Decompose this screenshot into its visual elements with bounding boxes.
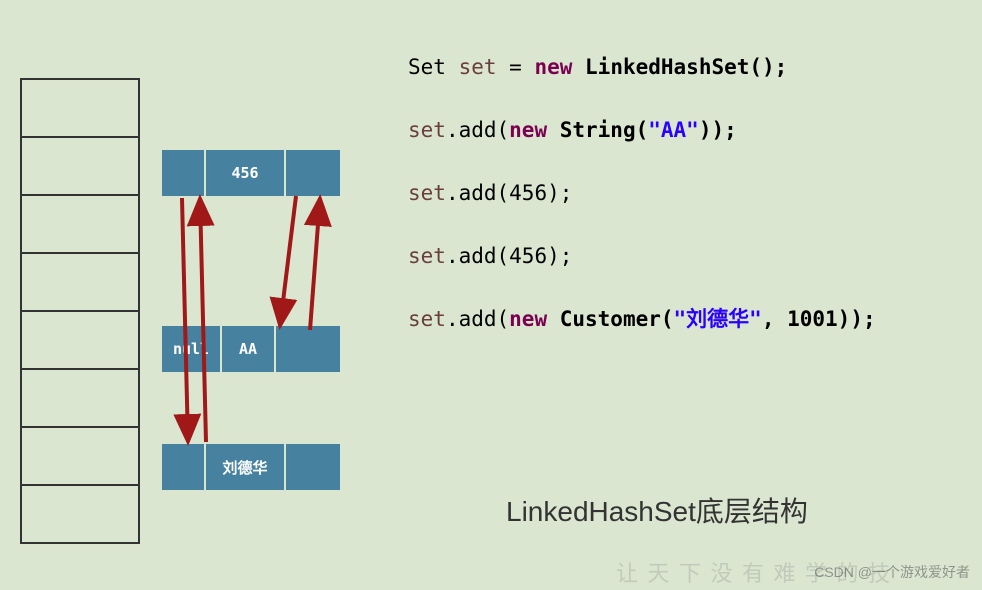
code-line: set.add(456); — [408, 178, 876, 210]
code-text: , 1001)); — [762, 307, 876, 331]
node-value: AA — [222, 326, 276, 372]
code-text: .add( — [446, 118, 509, 142]
node-liu: 刘德华 — [162, 444, 340, 490]
hash-bucket — [20, 484, 140, 544]
code-line: Set set = new LinkedHashSet(); — [408, 52, 876, 84]
code-var: set — [408, 307, 446, 331]
node-456: 456 — [162, 150, 340, 196]
hash-table — [20, 78, 140, 544]
code-type: Set — [408, 55, 459, 79]
code-text: .add(456); — [446, 181, 572, 205]
code-text: LinkedHashSet(); — [572, 55, 787, 79]
node-value: 456 — [206, 150, 286, 196]
code-var: set — [408, 118, 446, 142]
node-value: 刘德华 — [206, 444, 286, 490]
code-var: set — [408, 181, 446, 205]
code-var: set — [459, 55, 497, 79]
code-keyword: new — [534, 55, 572, 79]
code-keyword: new — [509, 118, 547, 142]
hash-bucket — [20, 78, 140, 138]
node-prev: null — [162, 326, 222, 372]
node-prev — [162, 150, 206, 196]
code-text: .add( — [446, 307, 509, 331]
hash-bucket — [20, 252, 140, 312]
code-keyword: new — [509, 307, 547, 331]
node-aa: null AA — [162, 326, 340, 372]
code-text: = — [497, 55, 535, 79]
code-block: Set set = new LinkedHashSet(); set.add(n… — [408, 20, 876, 367]
diagram-title: LinkedHashSet底层结构 — [506, 490, 808, 530]
node-next — [276, 326, 340, 372]
code-line: set.add(new Customer("刘德华", 1001)); — [408, 304, 876, 336]
hash-bucket — [20, 368, 140, 428]
hash-bucket — [20, 136, 140, 196]
hash-bucket — [20, 310, 140, 370]
hash-bucket — [20, 426, 140, 486]
code-line: set.add(new String("AA")); — [408, 115, 876, 147]
code-text: String( — [547, 118, 648, 142]
node-prev — [162, 444, 206, 490]
code-string: "AA" — [648, 118, 699, 142]
code-text: )); — [699, 118, 737, 142]
watermark: CSDN @一个游戏爱好者 — [814, 562, 970, 582]
code-var: set — [408, 244, 446, 268]
code-string: "刘德华" — [674, 307, 762, 331]
node-next — [286, 150, 340, 196]
node-next — [286, 444, 340, 490]
code-text: Customer( — [547, 307, 673, 331]
code-text: .add(456); — [446, 244, 572, 268]
hash-bucket — [20, 194, 140, 254]
code-line: set.add(456); — [408, 241, 876, 273]
